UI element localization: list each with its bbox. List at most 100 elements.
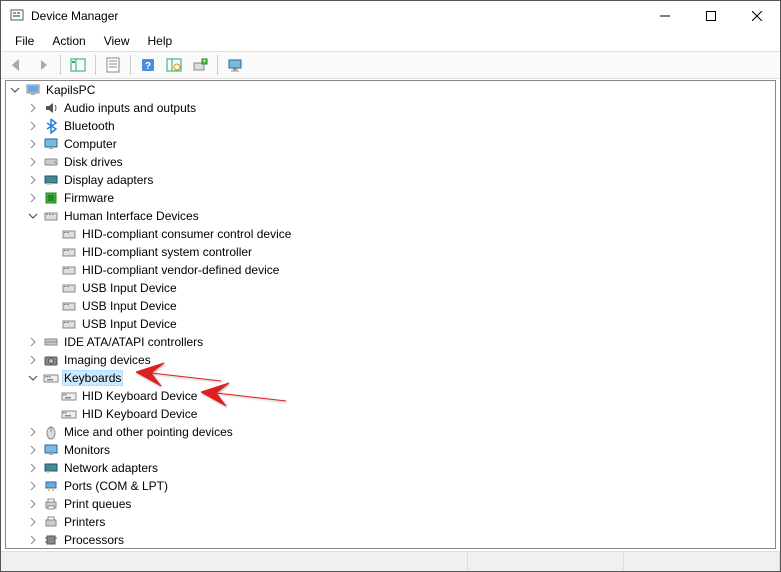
menu-bar: File Action View Help <box>1 31 780 51</box>
node-label: Computer <box>62 137 119 151</box>
keyboard-icon <box>61 406 77 422</box>
printer-icon <box>43 514 59 530</box>
tree-category[interactable]: IDE ATA/ATAPI controllers <box>6 333 775 351</box>
menu-action[interactable]: Action <box>44 32 93 50</box>
mouse-icon <box>43 424 59 440</box>
tree-category[interactable]: Monitors <box>6 441 775 459</box>
tree-category[interactable]: Firmware <box>6 189 775 207</box>
properties-button[interactable] <box>101 53 125 77</box>
tree-category[interactable]: Processors <box>6 531 775 549</box>
tree-category[interactable]: Audio inputs and outputs <box>6 99 775 117</box>
hid-icon <box>61 298 77 314</box>
hid-icon <box>61 280 77 296</box>
hid-icon <box>61 316 77 332</box>
hid-icon <box>61 226 77 242</box>
node-label: Human Interface Devices <box>62 209 201 223</box>
tree-category[interactable]: Print queues <box>6 495 775 513</box>
tree-category[interactable]: Disk drives <box>6 153 775 171</box>
tree-category-expanded[interactable]: Human Interface Devices <box>6 207 775 225</box>
node-label: HID-compliant consumer control device <box>80 227 293 241</box>
disk-icon <box>43 154 59 170</box>
display-adapter-icon <box>43 172 59 188</box>
camera-icon <box>43 352 59 368</box>
ide-icon <box>43 334 59 350</box>
monitor-icon <box>43 442 59 458</box>
tree-category[interactable]: Network adapters <box>6 459 775 477</box>
chevron-down-icon[interactable] <box>26 371 40 385</box>
node-label: Bluetooth <box>62 119 117 133</box>
tree-device[interactable]: HID-compliant system controller <box>6 243 775 261</box>
chevron-right-icon[interactable] <box>26 155 40 169</box>
hid-icon <box>61 262 77 278</box>
toolbar: ? + <box>1 51 780 79</box>
tree-category-keyboards[interactable]: Keyboards <box>6 369 775 387</box>
node-label: USB Input Device <box>80 281 179 295</box>
network-icon <box>43 460 59 476</box>
tree-device-keyboard[interactable]: HID Keyboard Device <box>6 405 775 423</box>
add-legacy-hardware-button[interactable]: + <box>188 53 212 77</box>
node-label: Processors <box>62 533 126 547</box>
node-label: Ports (COM & LPT) <box>62 479 170 493</box>
tree-device-keyboard[interactable]: HID Keyboard Device <box>6 387 775 405</box>
node-label: Audio inputs and outputs <box>62 101 198 115</box>
show-hide-tree-button[interactable] <box>66 53 90 77</box>
chevron-right-icon[interactable] <box>26 461 40 475</box>
node-label: KapilsPC <box>44 83 97 97</box>
ports-icon <box>43 478 59 494</box>
chevron-right-icon[interactable] <box>26 335 40 349</box>
node-label: Monitors <box>62 443 112 457</box>
tree-device[interactable]: USB Input Device <box>6 279 775 297</box>
chevron-down-icon[interactable] <box>8 83 22 97</box>
monitor-icon-button[interactable] <box>223 53 247 77</box>
scan-hardware-button[interactable] <box>162 53 186 77</box>
menu-file[interactable]: File <box>7 32 42 50</box>
help-button[interactable]: ? <box>136 53 160 77</box>
node-label: Print queues <box>62 497 133 511</box>
chevron-right-icon[interactable] <box>26 137 40 151</box>
close-button[interactable] <box>734 1 780 31</box>
tree-device[interactable]: USB Input Device <box>6 315 775 333</box>
node-label: Disk drives <box>62 155 125 169</box>
processor-icon <box>43 532 59 548</box>
tree-category[interactable]: Computer <box>6 135 775 153</box>
maximize-button[interactable] <box>688 1 734 31</box>
printer-icon <box>43 496 59 512</box>
device-tree[interactable]: KapilsPC Audio inputs and outputs Blueto… <box>5 80 776 549</box>
chevron-right-icon[interactable] <box>26 353 40 367</box>
forward-button[interactable] <box>31 53 55 77</box>
chevron-down-icon[interactable] <box>26 209 40 223</box>
chevron-right-icon[interactable] <box>26 425 40 439</box>
hid-icon <box>43 208 59 224</box>
tree-device[interactable]: HID-compliant vendor-defined device <box>6 261 775 279</box>
chevron-right-icon[interactable] <box>26 173 40 187</box>
tree-category[interactable]: Imaging devices <box>6 351 775 369</box>
minimize-button[interactable] <box>642 1 688 31</box>
chevron-right-icon[interactable] <box>26 443 40 457</box>
title-bar: Device Manager <box>1 1 780 31</box>
tree-category[interactable]: Ports (COM & LPT) <box>6 477 775 495</box>
chevron-right-icon[interactable] <box>26 479 40 493</box>
node-label: Mice and other pointing devices <box>62 425 235 439</box>
tree-category[interactable]: Printers <box>6 513 775 531</box>
tree-category[interactable]: Mice and other pointing devices <box>6 423 775 441</box>
node-label: Firmware <box>62 191 116 205</box>
chevron-right-icon[interactable] <box>26 533 40 547</box>
back-button[interactable] <box>5 53 29 77</box>
node-label: HID-compliant vendor-defined device <box>80 263 281 277</box>
chevron-right-icon[interactable] <box>26 101 40 115</box>
tree-category[interactable]: Display adapters <box>6 171 775 189</box>
menu-view[interactable]: View <box>96 32 138 50</box>
tree-category[interactable]: Bluetooth <box>6 117 775 135</box>
chevron-right-icon[interactable] <box>26 119 40 133</box>
menu-help[interactable]: Help <box>140 32 181 50</box>
tree-device[interactable]: USB Input Device <box>6 297 775 315</box>
chevron-right-icon[interactable] <box>26 515 40 529</box>
chevron-right-icon[interactable] <box>26 497 40 511</box>
app-icon <box>9 8 25 24</box>
chevron-right-icon[interactable] <box>26 191 40 205</box>
tree-device[interactable]: HID-compliant consumer control device <box>6 225 775 243</box>
tree-root[interactable]: KapilsPC <box>6 81 775 99</box>
window-title: Device Manager <box>31 9 642 23</box>
svg-text:?: ? <box>145 61 151 72</box>
computer-icon <box>43 136 59 152</box>
